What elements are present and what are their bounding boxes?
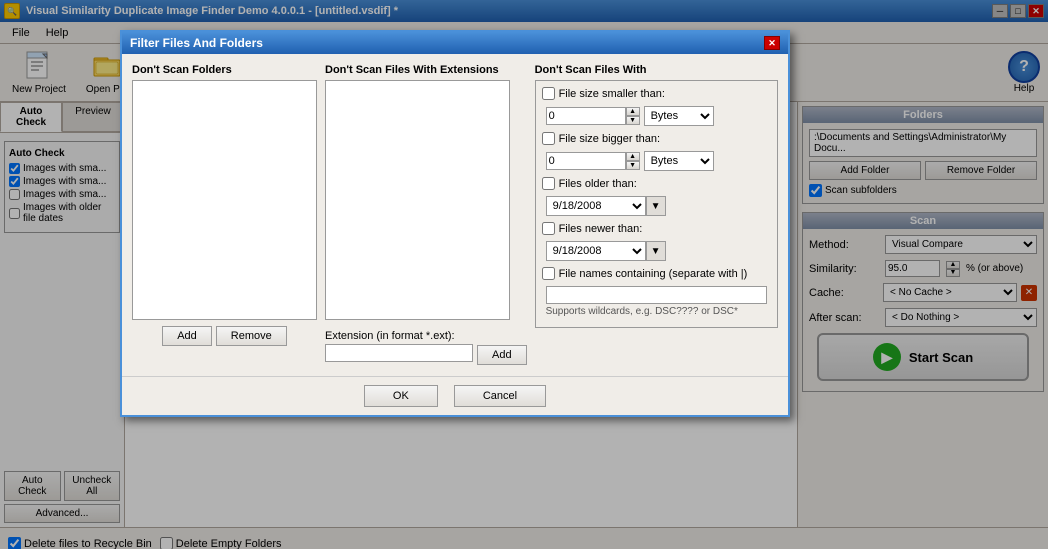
- modal-ok-button[interactable]: OK: [364, 385, 438, 407]
- no-scan-with-title: Don't Scan Files With: [535, 64, 778, 76]
- size-bigger-unit-select[interactable]: Bytes: [644, 151, 714, 171]
- size-smaller-up[interactable]: ▲: [626, 107, 640, 116]
- filename-containing-label: File names containing (separate with |): [559, 268, 748, 280]
- modal-title-bar: Filter Files And Folders ✕: [122, 32, 788, 54]
- modal-cancel-button[interactable]: Cancel: [454, 385, 546, 407]
- files-older-row: Files older than:: [542, 177, 771, 190]
- no-scan-ext-title: Don't Scan Files With Extensions: [325, 64, 527, 76]
- file-size-smaller-row: File size smaller than:: [542, 87, 771, 100]
- size-smaller-spin-container: ▲ ▼: [546, 107, 640, 125]
- size-bigger-down[interactable]: ▼: [626, 161, 640, 170]
- modal-close-button[interactable]: ✕: [764, 36, 780, 50]
- no-scan-folders-add-button[interactable]: Add: [162, 326, 212, 346]
- filename-input-row: Supports wildcards, e.g. DSC???? or DSC*: [546, 286, 767, 317]
- filename-input[interactable]: [546, 286, 767, 304]
- files-newer-checkbox-label: Files newer than:: [542, 222, 643, 235]
- no-scan-folders-title: Don't Scan Folders: [132, 64, 317, 76]
- filename-containing-checkbox[interactable]: [542, 267, 555, 280]
- wildcards-note: Supports wildcards, e.g. DSC???? or DSC*: [546, 306, 767, 317]
- ext-label: Extension (in format *.ext):: [325, 330, 527, 342]
- files-newer-label: Files newer than:: [559, 223, 643, 235]
- files-older-label: Files older than:: [559, 178, 637, 190]
- file-size-bigger-checkbox-label: File size bigger than:: [542, 132, 661, 145]
- filter-modal: Filter Files And Folders ✕ Don't Scan Fo…: [120, 30, 790, 417]
- files-older-date-select[interactable]: 9/18/2008: [546, 196, 646, 216]
- app-wrapper: 🔍 Visual Similarity Duplicate Image Find…: [0, 0, 1048, 549]
- file-size-smaller-checkbox-label: File size smaller than:: [542, 87, 665, 100]
- file-size-bigger-label: File size bigger than:: [559, 133, 661, 145]
- file-size-bigger-checkbox[interactable]: [542, 132, 555, 145]
- no-scan-folders-remove-button[interactable]: Remove: [216, 326, 287, 346]
- file-size-smaller-checkbox[interactable]: [542, 87, 555, 100]
- files-older-checkbox[interactable]: [542, 177, 555, 190]
- filename-containing-row: File names containing (separate with |): [542, 267, 771, 280]
- modal-title: Filter Files And Folders: [130, 36, 263, 50]
- filename-containing-checkbox-label: File names containing (separate with |): [542, 267, 748, 280]
- files-older-checkbox-label: Files older than:: [542, 177, 637, 190]
- size-smaller-spinner: ▲ ▼: [626, 107, 640, 125]
- ext-input-section: Extension (in format *.ext): Add: [325, 330, 527, 366]
- size-bigger-spinner: ▲ ▼: [626, 152, 640, 170]
- ext-input[interactable]: [325, 344, 473, 362]
- ext-add-button[interactable]: Add: [477, 345, 527, 365]
- file-size-smaller-input-row: ▲ ▼ Bytes: [546, 106, 771, 126]
- modal-footer: OK Cancel: [122, 376, 788, 415]
- filter-group: File size smaller than: ▲ ▼: [535, 80, 778, 328]
- no-scan-folders-col: Don't Scan Folders Add Remove: [132, 64, 317, 366]
- size-smaller-down[interactable]: ▼: [626, 116, 640, 125]
- no-scan-ext-listbox[interactable]: [325, 80, 510, 320]
- no-scan-ext-col: Don't Scan Files With Extensions Extensi…: [325, 64, 527, 366]
- files-newer-checkbox[interactable]: [542, 222, 555, 235]
- size-bigger-up[interactable]: ▲: [626, 152, 640, 161]
- size-bigger-spin-container: ▲ ▼: [546, 152, 640, 170]
- size-smaller-unit-select[interactable]: Bytes: [644, 106, 714, 126]
- file-size-bigger-row: File size bigger than:: [542, 132, 771, 145]
- files-older-date-btn[interactable]: ▼: [646, 196, 666, 216]
- file-size-bigger-input-row: ▲ ▼ Bytes: [546, 151, 771, 171]
- size-smaller-input[interactable]: [546, 107, 626, 125]
- no-scan-folders-buttons: Add Remove: [132, 326, 317, 346]
- ext-add-row: Add: [325, 344, 527, 366]
- files-older-datepicker: 9/18/2008 ▼: [546, 196, 771, 216]
- file-size-smaller-label: File size smaller than:: [559, 88, 665, 100]
- files-newer-date-btn[interactable]: ▼: [646, 241, 666, 261]
- size-bigger-input[interactable]: [546, 152, 626, 170]
- files-newer-datepicker: 9/18/2008 ▼: [546, 241, 771, 261]
- modal-overlay: Filter Files And Folders ✕ Don't Scan Fo…: [0, 0, 1048, 549]
- no-scan-with-col: Don't Scan Files With File size smaller …: [535, 64, 778, 366]
- modal-content: Don't Scan Folders Add Remove Don't Scan…: [122, 54, 788, 376]
- no-scan-folders-listbox[interactable]: [132, 80, 317, 320]
- files-newer-date-select[interactable]: 9/18/2008: [546, 241, 646, 261]
- files-newer-row: Files newer than:: [542, 222, 771, 235]
